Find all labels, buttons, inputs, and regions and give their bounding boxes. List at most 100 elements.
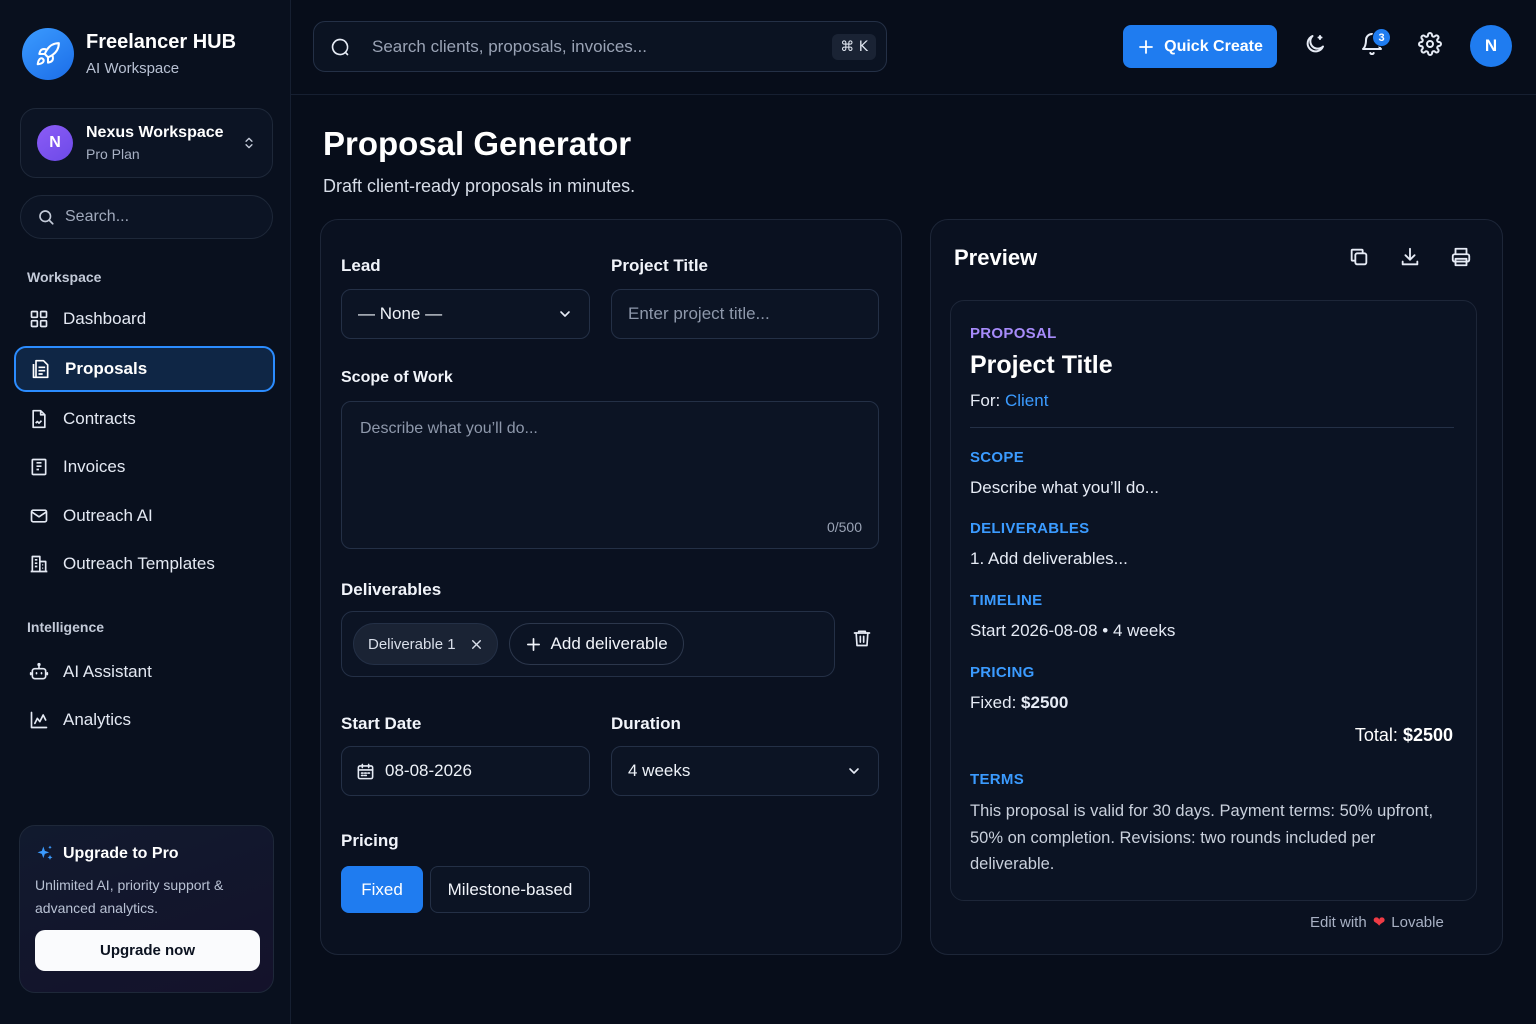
preview-title: Preview bbox=[954, 245, 1038, 270]
proposal-eyebrow: PROPOSAL bbox=[970, 325, 1057, 342]
sidebar-item-outreach-templates[interactable]: Outreach Templates bbox=[14, 541, 275, 587]
sidebar-item-analytics[interactable]: Analytics bbox=[14, 697, 275, 743]
pricing-amount: $2500 bbox=[1021, 693, 1069, 712]
heart-icon: ❤ bbox=[1372, 914, 1386, 931]
printer-icon[interactable] bbox=[1450, 246, 1472, 268]
client-link[interactable]: Client bbox=[1005, 391, 1048, 410]
scope-label: Scope of Work bbox=[341, 369, 453, 386]
sidebar-item-proposals[interactable]: Proposals bbox=[14, 346, 275, 392]
sparkles-icon bbox=[35, 844, 63, 864]
document-icon bbox=[31, 359, 51, 379]
deliverables-label: Deliverables bbox=[341, 580, 442, 599]
chevron-down-icon bbox=[557, 306, 573, 322]
deliverable-chip[interactable]: Deliverable 1 bbox=[353, 623, 498, 665]
workspace-avatar: N bbox=[37, 125, 73, 161]
proposal-form-card: Lead — None — Project Title Scope of Wor… bbox=[320, 219, 902, 955]
sidebar-item-outreach-ai[interactable]: Outreach AI bbox=[14, 493, 275, 539]
preview-card: Preview PROPOSAL Project Title For: Clie… bbox=[930, 219, 1503, 955]
upgrade-now-button[interactable]: Upgrade now bbox=[35, 930, 260, 971]
notification-badge: 3 bbox=[1372, 28, 1391, 47]
rocket-icon bbox=[22, 28, 74, 80]
pricing-milestone-button[interactable]: Milestone-based bbox=[430, 866, 590, 913]
quick-create-label: Quick Create bbox=[1164, 37, 1263, 55]
building-icon bbox=[29, 554, 49, 574]
sidebar-item-label: Outreach Templates bbox=[63, 554, 215, 573]
copy-icon[interactable] bbox=[1348, 246, 1370, 268]
total-line: Total: $2500 bbox=[1355, 725, 1453, 746]
workspace-switcher[interactable]: N Nexus Workspace Pro Plan bbox=[20, 108, 273, 178]
brand-name: Freelancer HUB bbox=[86, 31, 237, 53]
total-amount: $2500 bbox=[1402, 725, 1453, 745]
download-icon[interactable] bbox=[1399, 246, 1421, 268]
section-label-workspace: Workspace bbox=[27, 269, 102, 285]
sidebar-item-label: Dashboard bbox=[63, 309, 147, 328]
sidebar-item-dashboard[interactable]: Dashboard bbox=[14, 296, 275, 342]
deliverables-text: 1. Add deliverables... bbox=[970, 549, 1128, 568]
duration-select[interactable]: 4 weeks bbox=[611, 746, 879, 796]
page-subtitle: Draft client-ready proposals in minutes. bbox=[323, 176, 636, 196]
scope-heading: SCOPE bbox=[970, 449, 1025, 466]
file-signature-icon bbox=[29, 409, 49, 429]
lead-select-value: — None — bbox=[358, 304, 443, 323]
topbar: ⌘ K Quick Create 3 N bbox=[291, 0, 1536, 95]
sidebar-item-ai-assistant[interactable]: AI Assistant bbox=[14, 649, 275, 695]
pricing-fixed-button[interactable]: Fixed bbox=[341, 866, 423, 913]
project-title-field[interactable] bbox=[611, 289, 879, 339]
sidebar-item-contracts[interactable]: Contracts bbox=[14, 396, 275, 442]
grid-icon bbox=[29, 309, 49, 329]
workspace-plan: Pro Plan bbox=[86, 146, 140, 162]
global-search[interactable]: ⌘ K bbox=[313, 21, 887, 72]
sidebar-search-input[interactable] bbox=[65, 208, 255, 226]
add-deliverable-label: Add deliverable bbox=[550, 634, 668, 653]
add-deliverable-button[interactable]: Add deliverable bbox=[508, 623, 684, 665]
sidebar-item-label: Analytics bbox=[63, 710, 132, 729]
plus-icon bbox=[1139, 39, 1154, 54]
deliverable-chip-label: Deliverable 1 bbox=[368, 635, 456, 653]
global-search-input[interactable] bbox=[372, 36, 833, 57]
brand-subtitle: AI Workspace bbox=[86, 60, 180, 77]
start-date-label: Start Date bbox=[341, 714, 422, 733]
divider bbox=[970, 427, 1454, 428]
lead-select[interactable]: — None — bbox=[341, 289, 590, 339]
quick-create-button[interactable]: Quick Create bbox=[1123, 25, 1277, 68]
total-label: Total: bbox=[1354, 725, 1398, 745]
chevron-up-down-icon bbox=[242, 136, 256, 150]
receipt-icon bbox=[29, 457, 49, 477]
project-title-input[interactable] bbox=[628, 304, 862, 324]
chevron-down-icon bbox=[846, 763, 862, 779]
bot-icon bbox=[29, 662, 49, 682]
for-label: For: bbox=[970, 391, 1001, 410]
lovable-badge[interactable]: Edit with ❤ Lovable bbox=[1310, 913, 1444, 932]
timeline-heading: TIMELINE bbox=[970, 592, 1043, 609]
gear-icon[interactable] bbox=[1418, 32, 1442, 56]
start-date-value: 08-08-2026 bbox=[385, 761, 472, 780]
sidebar-search[interactable] bbox=[20, 195, 273, 239]
start-date-field[interactable]: 08-08-2026 bbox=[341, 746, 590, 796]
upgrade-title: Upgrade to Pro bbox=[63, 845, 179, 862]
search-icon bbox=[330, 37, 350, 57]
pricing-type: Fixed: bbox=[970, 693, 1017, 712]
project-title-label: Project Title bbox=[611, 256, 708, 275]
moon-icon[interactable] bbox=[1303, 32, 1327, 56]
deliverables-heading: DELIVERABLES bbox=[970, 520, 1090, 537]
sidebar-item-label: Outreach AI bbox=[63, 506, 153, 525]
upgrade-description: Unlimited AI, priority support & advance… bbox=[35, 877, 224, 916]
terms-heading: TERMS bbox=[970, 771, 1024, 788]
search-shortcut: ⌘ K bbox=[832, 33, 876, 60]
sidebar-item-label: AI Assistant bbox=[63, 662, 152, 681]
upgrade-card: Upgrade to Pro Unlimited AI, priority su… bbox=[19, 825, 274, 993]
calendar-icon bbox=[356, 762, 375, 781]
sidebar-item-invoices[interactable]: Invoices bbox=[14, 444, 275, 490]
sidebar-item-label: Contracts bbox=[63, 409, 136, 428]
proposal-doc-title: Project Title bbox=[970, 351, 1113, 379]
section-label-intelligence: Intelligence bbox=[27, 619, 105, 635]
close-icon[interactable] bbox=[470, 638, 483, 651]
scope-textarea[interactable] bbox=[342, 402, 878, 548]
char-count: 0/500 bbox=[826, 519, 862, 535]
sidebar-item-label: Invoices bbox=[63, 457, 126, 476]
footer-prefix: Edit with bbox=[1310, 913, 1367, 931]
user-avatar[interactable]: N bbox=[1470, 25, 1512, 67]
brand[interactable]: Freelancer HUB AI Workspace bbox=[22, 28, 236, 80]
trash-icon[interactable] bbox=[852, 628, 872, 648]
duration-value: 4 weeks bbox=[628, 761, 691, 780]
